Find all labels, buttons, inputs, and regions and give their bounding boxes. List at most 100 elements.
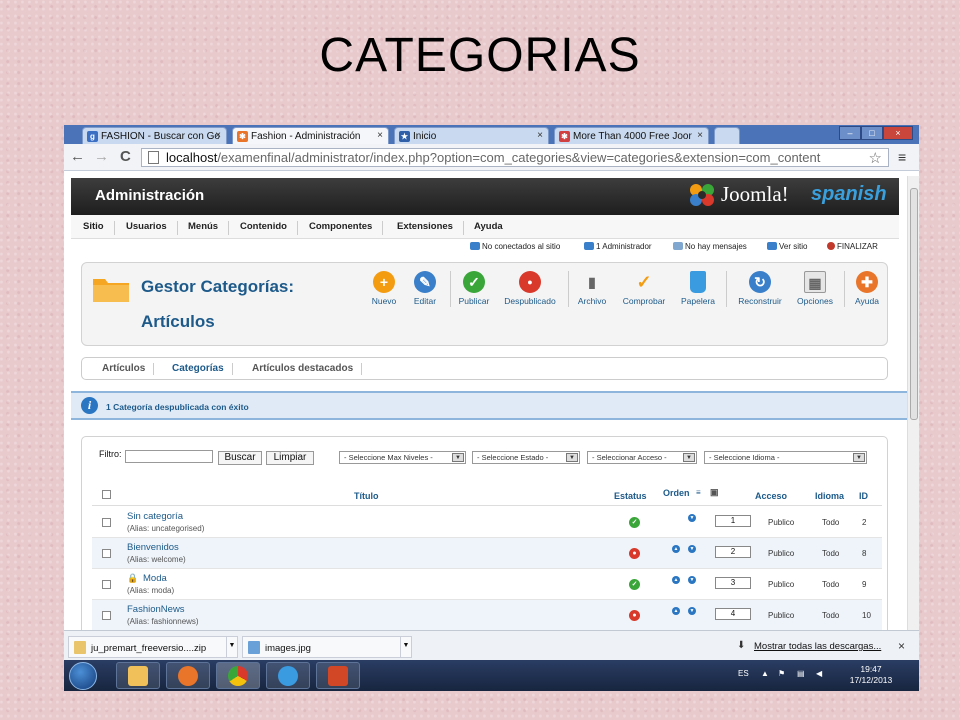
system-clock[interactable]: 19:47 17/12/2013 [846, 664, 896, 686]
view-site-link[interactable]: Ver sitio [767, 242, 807, 251]
search-button[interactable]: Buscar [218, 451, 262, 465]
trash-button[interactable]: Papelera [668, 271, 728, 306]
language-select[interactable]: - Seleccione Idioma - ▼ [704, 451, 867, 464]
checkin-button[interactable]: ✓ Comprobar [614, 271, 674, 306]
order-input[interactable]: 4 [715, 608, 751, 620]
row-title-link[interactable]: FashionNews [127, 604, 185, 615]
access-select[interactable]: - Seleccionar Acceso - ▼ [587, 451, 697, 464]
save-order-icon[interactable]: ▣ [710, 487, 719, 498]
download-item[interactable]: ju_premart_freeversio....zip ▼ [68, 636, 238, 658]
url-input[interactable]: localhost/examenfinal/administrator/inde… [141, 148, 889, 167]
column-status[interactable]: Estatus [614, 491, 647, 501]
column-language[interactable]: Idioma [815, 491, 844, 501]
lock-icon[interactable]: 🔒 [127, 573, 138, 584]
checkin-icon: ✓ [636, 272, 652, 292]
network-icon[interactable]: ▤ [797, 669, 805, 678]
tab-fashion-admin[interactable]: ✱ Fashion - Administración × [232, 127, 389, 144]
unpublished-icon[interactable]: ● [629, 548, 640, 559]
order-input[interactable]: 1 [715, 515, 751, 527]
published-icon[interactable]: ✓ [629, 517, 640, 528]
menu-item-usuarios[interactable]: Usuarios [126, 221, 178, 235]
volume-icon[interactable]: ◀ [816, 669, 822, 678]
new-tab-button[interactable] [714, 127, 740, 144]
submenu-articulos[interactable]: Artículos [102, 363, 155, 375]
close-tab-icon[interactable]: × [697, 130, 703, 141]
show-all-downloads-link[interactable]: Mostrar todas las descargas... [754, 641, 881, 652]
menu-item-contenido[interactable]: Contenido [240, 221, 298, 235]
taskbar-media-player[interactable] [166, 662, 210, 689]
move-down-icon[interactable]: ▼ [688, 607, 696, 615]
maximize-icon[interactable]: □ [861, 126, 883, 140]
download-item[interactable]: images.jpg ▼ [242, 636, 412, 658]
taskbar-explorer[interactable] [116, 662, 160, 689]
tab-inicio[interactable]: ★ Inicio × [394, 127, 549, 144]
move-up-icon[interactable]: ▲ [672, 545, 680, 553]
minimize-icon[interactable]: – [839, 126, 861, 140]
move-down-icon[interactable]: ▼ [688, 514, 696, 522]
row-checkbox[interactable] [102, 580, 111, 589]
taskbar-chrome[interactable] [216, 662, 260, 689]
menu-item-menus[interactable]: Menús [188, 221, 230, 235]
clear-button[interactable]: Limpiar [266, 451, 314, 465]
move-up-icon[interactable]: ▲ [672, 576, 680, 584]
back-icon[interactable]: ← [70, 148, 85, 165]
bookmark-star-icon[interactable]: ☆ [869, 149, 882, 166]
rebuild-button[interactable]: ↻ Reconstruir [730, 271, 790, 306]
menu-item-componentes[interactable]: Componentes [309, 221, 384, 235]
tab-joomla-templates[interactable]: ✱ More Than 4000 Free Joor × [554, 127, 709, 144]
taskbar-powerpoint[interactable] [316, 662, 360, 689]
column-order[interactable]: Orden [663, 488, 690, 498]
row-checkbox[interactable] [102, 518, 111, 527]
show-hidden-icons-icon[interactable]: ▲ [761, 669, 769, 678]
submenu-categorias[interactable]: Categorías [172, 363, 233, 375]
row-title-link[interactable]: Sin categoría [127, 511, 183, 522]
language-indicator[interactable]: ES [738, 669, 749, 678]
logout-link[interactable]: FINALIZAR [827, 242, 878, 251]
row-checkbox[interactable] [102, 611, 111, 620]
unpublish-button[interactable]: ● Despublicado [500, 271, 560, 306]
menu-item-sitio[interactable]: Sitio [83, 221, 115, 235]
close-tab-icon[interactable]: × [377, 130, 383, 141]
select-all-checkbox[interactable] [102, 490, 111, 499]
close-tab-icon[interactable]: × [537, 130, 543, 141]
taskbar-internet-explorer[interactable] [266, 662, 310, 689]
column-id[interactable]: ID [859, 491, 868, 501]
reload-icon[interactable]: C [120, 148, 131, 165]
order-input[interactable]: 3 [715, 577, 751, 589]
folder-icon [128, 666, 148, 686]
scrollbar-thumb[interactable] [910, 188, 918, 420]
forward-icon[interactable]: → [94, 148, 109, 165]
help-button[interactable]: ✚ Ayuda [837, 271, 897, 306]
move-down-icon[interactable]: ▼ [688, 545, 696, 553]
close-window-icon[interactable]: × [883, 126, 913, 140]
published-icon[interactable]: ✓ [629, 579, 640, 590]
submenu-destacados[interactable]: Artículos destacados [252, 363, 363, 375]
order-input[interactable]: 2 [715, 546, 751, 558]
archive-button[interactable]: ▮ Archivo [562, 271, 622, 306]
column-access[interactable]: Acceso [755, 491, 787, 501]
start-button[interactable] [69, 662, 97, 690]
filter-input[interactable] [125, 450, 213, 463]
column-title[interactable]: Título [354, 491, 379, 501]
page-scrollbar[interactable] [907, 176, 919, 630]
publish-button[interactable]: ✓ Publicar [444, 271, 504, 306]
options-button[interactable]: ▦ Opciones [785, 271, 845, 306]
move-up-icon[interactable]: ▲ [672, 607, 680, 615]
action-center-icon[interactable]: ⚑ [778, 669, 785, 678]
status-messages[interactable]: No hay mensajes [673, 242, 747, 251]
close-tab-icon[interactable]: × [215, 130, 221, 141]
move-down-icon[interactable]: ▼ [688, 576, 696, 584]
chevron-down-icon[interactable]: ▼ [400, 637, 411, 657]
chevron-down-icon[interactable]: ▼ [226, 637, 237, 657]
row-title-link[interactable]: Bienvenidos [127, 542, 179, 553]
state-select[interactable]: - Seleccione Estado - ▼ [472, 451, 580, 464]
menu-item-extensiones[interactable]: Extensiones [397, 221, 464, 235]
row-checkbox[interactable] [102, 549, 111, 558]
max-levels-select[interactable]: - Seleccione Max Niveles - ▼ [339, 451, 466, 464]
unpublished-icon[interactable]: ● [629, 610, 640, 621]
menu-item-ayuda[interactable]: Ayuda [474, 221, 513, 235]
chrome-menu-icon[interactable]: ≡ [898, 149, 906, 165]
row-title-link[interactable]: Moda [143, 573, 167, 584]
tab-google[interactable]: g FASHION - Buscar con Go × [82, 127, 227, 144]
close-downloads-icon[interactable]: × [898, 639, 905, 653]
